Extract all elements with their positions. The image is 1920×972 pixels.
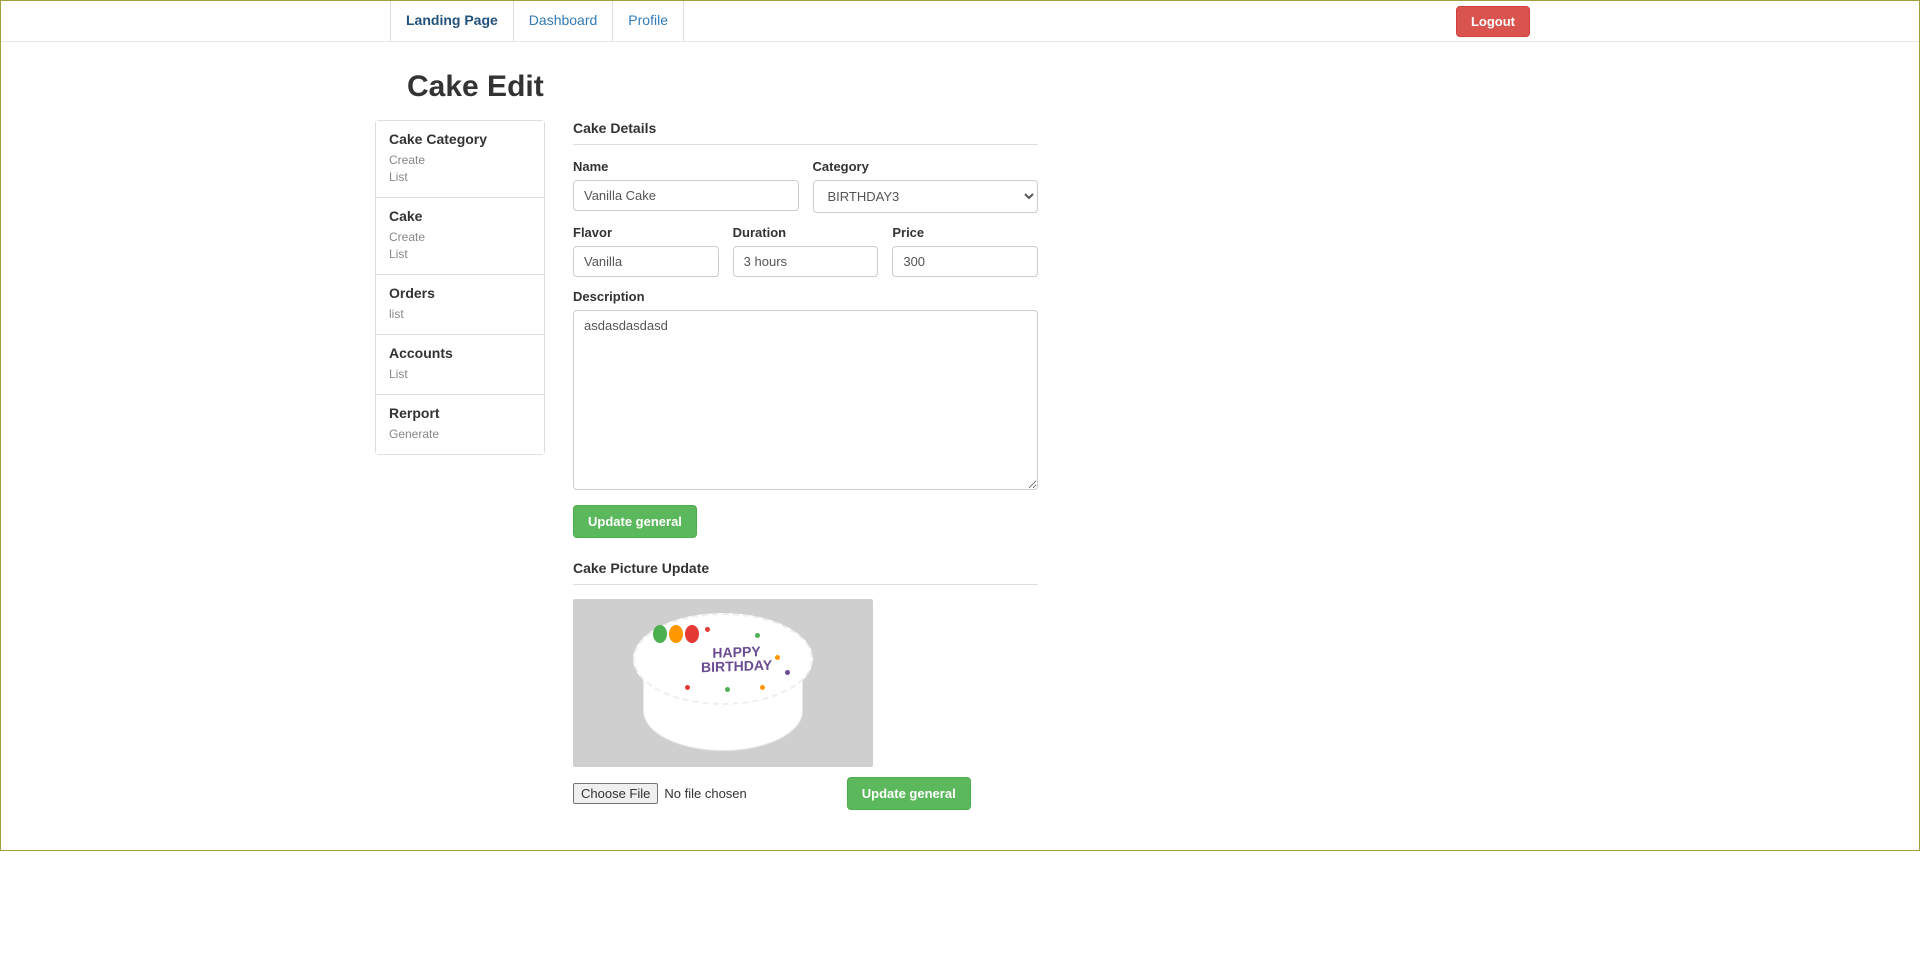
update-general-button[interactable]: Update general (573, 505, 697, 538)
sidebar-heading: Cake Category (389, 131, 531, 147)
cake-picture-heading: Cake Picture Update (573, 560, 1038, 585)
category-select[interactable]: BIRTHDAY3 (813, 180, 1039, 213)
duration-label: Duration (733, 225, 879, 240)
top-navbar: Landing PageDashboardProfile Logout (1, 1, 1919, 42)
duration-input[interactable] (733, 246, 879, 277)
sidebar-heading: Cake (389, 208, 531, 224)
sidebar-link-generate[interactable]: Generate (389, 427, 531, 441)
sidebar-link-list[interactable]: list (389, 307, 531, 321)
sidebar-link-list[interactable]: List (389, 170, 531, 184)
page-title: Cake Edit (407, 70, 1545, 104)
sidebar-section-orders: Orders list (376, 275, 544, 335)
cake-details-heading: Cake Details (573, 120, 1038, 145)
price-label: Price (892, 225, 1038, 240)
logout-button[interactable]: Logout (1456, 6, 1530, 37)
description-textarea[interactable]: asdasdasdasd (573, 310, 1038, 490)
update-picture-button[interactable]: Update general (847, 777, 971, 810)
name-label: Name (573, 159, 799, 174)
name-input[interactable] (573, 180, 799, 211)
file-status-text: No file chosen (664, 786, 746, 801)
flavor-input[interactable] (573, 246, 719, 277)
sidebar-section-rerport: Rerport Generate (376, 395, 544, 454)
balloon-icon (685, 625, 699, 643)
flavor-label: Flavor (573, 225, 719, 240)
category-label: Category (813, 159, 1039, 174)
sidebar-link-list[interactable]: List (389, 247, 531, 261)
sidebar-section-cake-category: Cake Category Create List (376, 121, 544, 198)
nav-tabs: Landing PageDashboardProfile (390, 1, 684, 41)
sidebar-heading: Rerport (389, 405, 531, 421)
cake-image: HAPPY BIRTHDAY (573, 599, 873, 767)
choose-file-button[interactable]: Choose File (573, 783, 658, 804)
cake-text-line2: BIRTHDAY (701, 658, 772, 674)
nav-tab-dashboard[interactable]: Dashboard (514, 1, 613, 39)
main-content: Cake Details Name Category BIRTHDAY3 Fla… (573, 120, 1038, 810)
sidebar-heading: Accounts (389, 345, 531, 361)
sidebar-section-cake: Cake Create List (376, 198, 544, 275)
description-label: Description (573, 289, 1038, 304)
sidebar-section-accounts: Accounts List (376, 335, 544, 395)
nav-tab-profile[interactable]: Profile (613, 1, 683, 39)
balloon-icon (653, 625, 667, 643)
sidebar-link-create[interactable]: Create (389, 230, 531, 244)
sidebar-link-create[interactable]: Create (389, 153, 531, 167)
file-input[interactable]: Choose File No file chosen (573, 783, 747, 804)
nav-tab-landing-page[interactable]: Landing Page (391, 1, 513, 39)
sidebar-heading: Orders (389, 285, 531, 301)
sidebar: Cake Category Create List Cake Create List Ord… (375, 120, 545, 810)
price-input[interactable] (892, 246, 1038, 277)
sidebar-link-list[interactable]: List (389, 367, 531, 381)
balloon-icon (669, 625, 683, 643)
